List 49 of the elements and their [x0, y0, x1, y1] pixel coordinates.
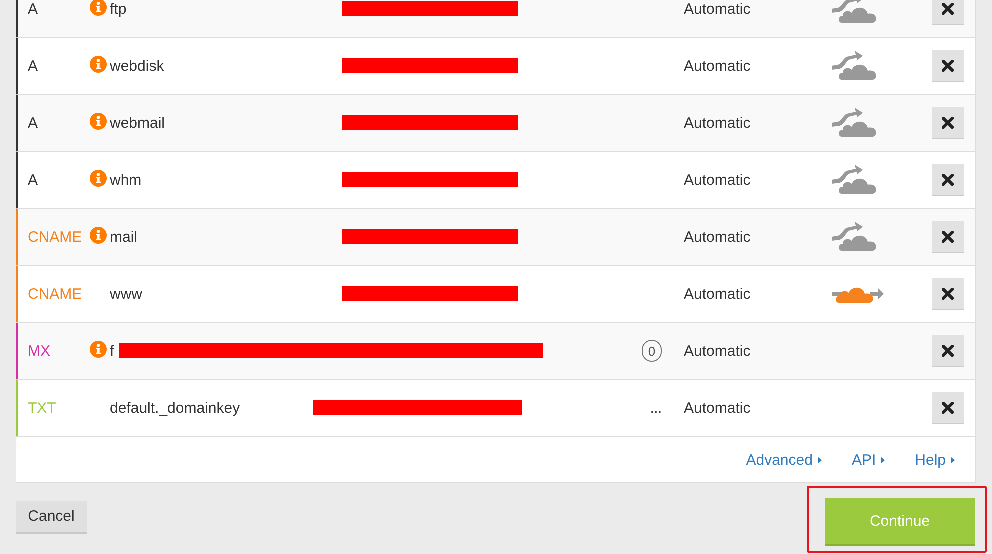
priority-badge: 0: [642, 340, 662, 362]
delete-button[interactable]: [932, 392, 964, 424]
caret-icon: [951, 456, 955, 464]
record-name: f: [110, 342, 116, 360]
record-type: CNAME: [28, 286, 84, 302]
cancel-button[interactable]: Cancel: [16, 501, 87, 534]
record-name: ftp: [110, 0, 128, 18]
record-name: mail: [110, 228, 139, 246]
record-type: A: [28, 114, 40, 132]
close-icon: [942, 174, 954, 186]
delete-button[interactable]: [932, 50, 964, 82]
footer-link[interactable]: Help: [915, 452, 955, 468]
delete-button[interactable]: [932, 278, 964, 310]
footer-link[interactable]: Advanced: [746, 452, 822, 468]
close-icon: [942, 402, 954, 414]
record-name: whm: [110, 172, 143, 188]
close-icon: [942, 344, 954, 356]
delete-button[interactable]: [932, 0, 964, 25]
delete-button[interactable]: [932, 335, 964, 367]
caret-icon: [818, 456, 822, 464]
record-name: www: [110, 286, 144, 302]
delete-button[interactable]: [932, 107, 964, 139]
record-name: webmail: [110, 114, 166, 132]
ttl-text: Automatic: [683, 0, 752, 18]
ttl-text: Automatic: [683, 114, 752, 132]
record-type: MX: [28, 342, 52, 360]
record-type: TXT: [28, 400, 58, 416]
ttl-text: Automatic: [683, 172, 752, 188]
ttl-text: Automatic: [683, 58, 752, 74]
record-value: ...: [650, 400, 662, 416]
record-type: A: [28, 0, 40, 18]
record-type: A: [28, 172, 40, 188]
close-icon: [942, 60, 954, 72]
footer-link[interactable]: API: [852, 452, 886, 468]
record-name: webdisk: [110, 58, 166, 74]
delete-button[interactable]: [932, 221, 964, 253]
record-type: A: [28, 58, 40, 74]
ttl-text: Automatic: [683, 400, 752, 416]
close-icon: [942, 116, 954, 128]
close-icon: [942, 2, 954, 14]
delete-button[interactable]: [932, 164, 964, 196]
caret-icon: [881, 456, 886, 464]
close-icon: [942, 288, 954, 300]
ttl-text: Automatic: [683, 342, 752, 360]
ttl-text: Automatic: [683, 286, 752, 302]
record-type: CNAME: [28, 228, 84, 246]
ttl-text: Automatic: [683, 228, 752, 246]
close-icon: [942, 230, 954, 242]
record-name: default._domainkey: [110, 400, 242, 416]
